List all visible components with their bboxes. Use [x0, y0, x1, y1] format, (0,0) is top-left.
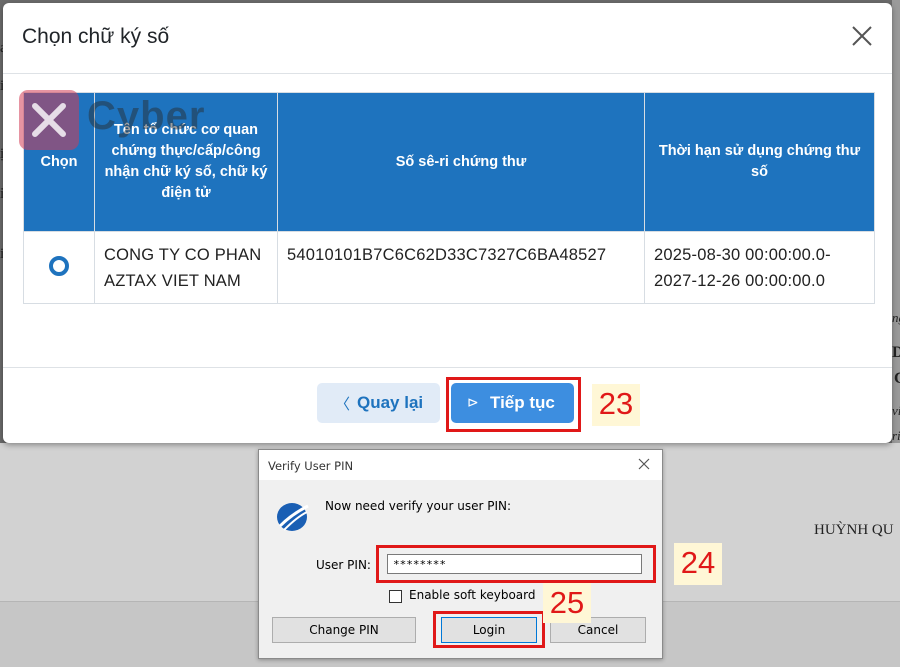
step-number: 24: [674, 543, 722, 585]
issuer-cell: CONG TY CO PHAN AZTAX VIET NAM: [94, 231, 278, 304]
close-icon[interactable]: [636, 456, 652, 472]
close-icon[interactable]: [849, 23, 875, 49]
dialog-header: Chọn chữ ký số: [3, 3, 892, 74]
validity-cell: 2025-08-30 00:00:00.0-2027-12-26 00:00:0…: [644, 231, 875, 304]
step-number: 25: [543, 583, 591, 623]
soft-keyboard-checkbox[interactable]: [389, 590, 402, 603]
cyber-logo: [19, 90, 79, 150]
chevron-left-icon: 〈: [335, 396, 351, 413]
signer-name: HUỲNH QU: [814, 522, 894, 538]
table-row[interactable]: CONG TY CO PHAN AZTAX VIET NAM 54010101B…: [23, 231, 875, 304]
back-button-label: Quay lại: [357, 393, 424, 412]
background-text-fragment: ng: [892, 310, 900, 325]
select-cell[interactable]: [23, 231, 95, 304]
background-text-fragment: vi: [892, 403, 900, 418]
highlight-box: [446, 377, 581, 432]
serial-cell: 54010101B7C6C62D33C7327C6BA48527: [277, 231, 645, 304]
step-number: 23: [592, 384, 640, 426]
background-text-fragment: D: [892, 344, 900, 361]
user-pin-label: User PIN:: [316, 558, 371, 572]
back-button[interactable]: 〈 Quay lại: [317, 383, 440, 423]
dialog-title: Chọn chữ ký số: [22, 25, 170, 48]
change-pin-button[interactable]: Change PIN: [272, 617, 416, 643]
verify-pin-message: Now need verify your user PIN:: [325, 499, 512, 513]
watermark-text: Cyber: [87, 94, 206, 138]
column-header-validity: Thời hạn sử dụng chứng thư số: [644, 92, 875, 232]
highlight-box: [433, 611, 545, 648]
cross-icon: [32, 103, 66, 137]
verify-pin-title: Verify User PIN: [268, 459, 354, 473]
soft-keyboard-label: Enable soft keyboard: [409, 588, 536, 602]
background-text-fragment: C: [894, 370, 900, 387]
background-text-fragment: ri: [892, 428, 900, 443]
vnpt-logo-icon: [274, 500, 310, 537]
column-header-serial: Số sê-ri chứng thư: [277, 92, 645, 232]
certificate-radio[interactable]: [49, 255, 69, 276]
highlight-box: [376, 545, 656, 583]
